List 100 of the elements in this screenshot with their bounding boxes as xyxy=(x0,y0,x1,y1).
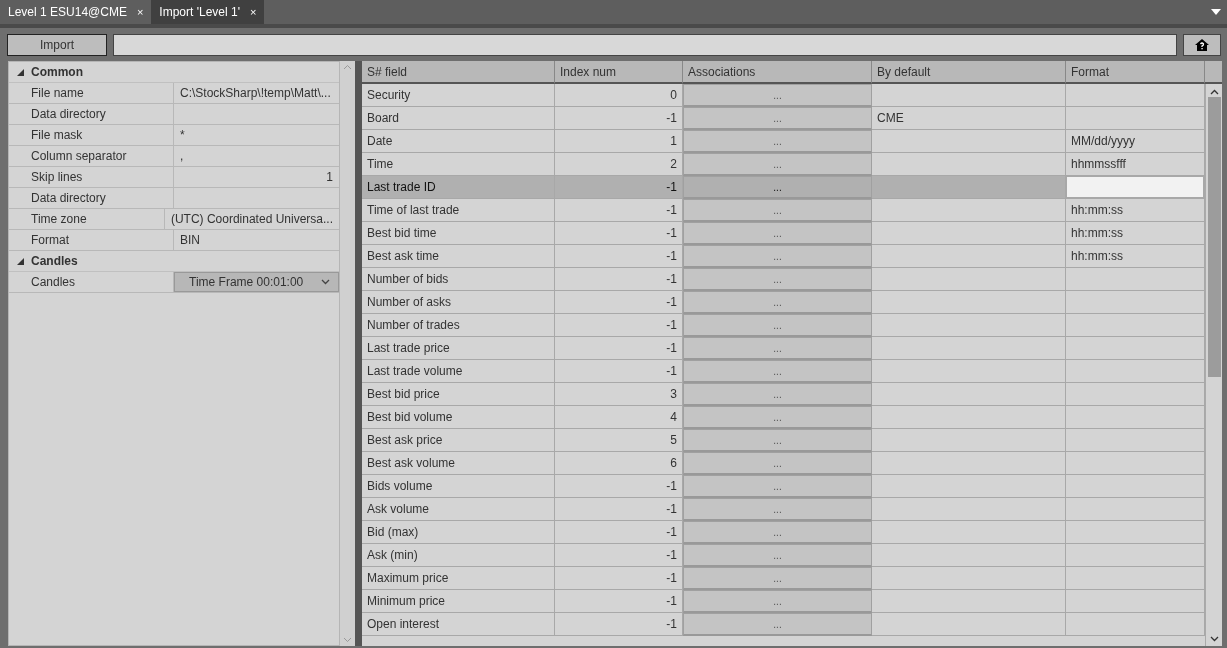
table-row[interactable]: Last trade volume -1 ... xyxy=(362,360,1205,383)
table-row[interactable]: Bids volume -1 ... xyxy=(362,475,1205,498)
associations-button[interactable]: ... xyxy=(683,498,872,521)
associations-button[interactable]: ... xyxy=(683,153,872,176)
close-button[interactable]: × xyxy=(136,3,144,21)
table-row[interactable]: Number of trades -1 ... xyxy=(362,314,1205,337)
scroll-down-icon[interactable] xyxy=(1209,636,1219,642)
table-cell: Best ask time xyxy=(362,245,555,268)
associations-button[interactable]: ... xyxy=(683,245,872,268)
import-button[interactable]: Import xyxy=(7,33,107,56)
associations-button[interactable]: ... xyxy=(683,199,872,222)
column-header[interactable]: Format xyxy=(1066,61,1205,84)
associations-button[interactable]: ... xyxy=(683,314,872,337)
associations-button[interactable]: ... xyxy=(683,383,872,406)
associations-button[interactable]: ... xyxy=(683,268,872,291)
property-value[interactable]: * xyxy=(174,125,339,145)
table-cell: Last trade price xyxy=(362,337,555,360)
associations-button[interactable]: ... xyxy=(683,521,872,544)
table-row[interactable]: Number of asks -1 ... xyxy=(362,291,1205,314)
scroll-thumb[interactable] xyxy=(1207,97,1221,377)
table-row[interactable]: Time of last trade -1 ... hh:mm:ss xyxy=(362,199,1205,222)
table-cell: Bids volume xyxy=(362,475,555,498)
associations-button[interactable]: ... xyxy=(683,222,872,245)
table-cell: Ask volume xyxy=(362,498,555,521)
tab[interactable]: Import 'Level 1' × xyxy=(151,0,265,24)
associations-button[interactable]: ... xyxy=(683,475,872,498)
table-cell: Security xyxy=(362,84,555,107)
associations-button[interactable]: ... xyxy=(683,107,872,130)
table-cell: Last trade ID xyxy=(362,176,555,199)
table-cell: Open interest xyxy=(362,613,555,636)
table-row[interactable]: Best bid price 3 ... xyxy=(362,383,1205,406)
format-field[interactable] xyxy=(1066,176,1204,198)
associations-button[interactable]: ... xyxy=(683,567,872,590)
path-field[interactable] xyxy=(113,33,1177,56)
associations-button[interactable]: ... xyxy=(683,176,872,199)
category-header[interactable]: Common xyxy=(9,62,339,83)
table-row[interactable]: Ask (min) -1 ... xyxy=(362,544,1205,567)
table-row[interactable]: Last trade price -1 ... xyxy=(362,337,1205,360)
property-name: File name xyxy=(9,83,174,103)
associations-button[interactable]: ... xyxy=(683,291,872,314)
category-label: Common xyxy=(31,64,83,81)
table-cell: Minimum price xyxy=(362,590,555,613)
table-row[interactable]: Date 1 ... MM/dd/yyyy xyxy=(362,130,1205,153)
table-row[interactable]: Maximum price -1 ... xyxy=(362,567,1205,590)
associations-button[interactable]: ... xyxy=(683,613,872,636)
column-header[interactable]: S# field xyxy=(362,61,555,84)
table-cell: Time of last trade xyxy=(362,199,555,222)
table-cell: Best bid price xyxy=(362,383,555,406)
associations-button[interactable]: ... xyxy=(683,429,872,452)
table-row[interactable]: Minimum price -1 ... xyxy=(362,590,1205,613)
table-cell: Number of asks xyxy=(362,291,555,314)
column-header[interactable]: Associations xyxy=(683,61,872,84)
associations-button[interactable]: ... xyxy=(683,84,872,107)
property-value[interactable]: 1 xyxy=(174,167,339,187)
table-row[interactable]: Bid (max) -1 ... xyxy=(362,521,1205,544)
property-value[interactable]: , xyxy=(174,146,339,166)
property-name: Format xyxy=(9,230,174,250)
table-row[interactable]: Best bid volume 4 ... xyxy=(362,406,1205,429)
table-row[interactable]: Open interest -1 ... xyxy=(362,613,1205,636)
table-cell: -1 xyxy=(555,176,683,199)
tab[interactable]: Level 1 ESU14@CME × xyxy=(0,0,152,24)
associations-button[interactable]: ... xyxy=(683,360,872,383)
header-filler xyxy=(1205,61,1222,84)
table-row[interactable]: Number of bids -1 ... xyxy=(362,268,1205,291)
close-button[interactable]: × xyxy=(249,3,257,21)
table-cell: Date xyxy=(362,130,555,153)
associations-button[interactable]: ... xyxy=(683,590,872,613)
table-cell: Number of bids xyxy=(362,268,555,291)
candles-dropdown[interactable]: Time Frame 00:01:00 xyxy=(174,272,339,292)
property-name: Data directory xyxy=(9,188,174,208)
property-value[interactable]: (UTC) Coordinated Universa... xyxy=(164,209,339,229)
collapse-icon[interactable] xyxy=(16,68,24,76)
associations-button[interactable]: ... xyxy=(683,406,872,429)
associations-button[interactable]: ... xyxy=(683,130,872,153)
caret-icon xyxy=(321,279,330,285)
table-row[interactable]: Best bid time -1 ... hh:mm:ss xyxy=(362,222,1205,245)
table-cell: Board xyxy=(362,107,555,130)
table-row[interactable]: Ask volume -1 ... xyxy=(362,498,1205,521)
help-button[interactable] xyxy=(1183,33,1221,56)
associations-button[interactable]: ... xyxy=(683,337,872,360)
table-cell: Best bid time xyxy=(362,222,555,245)
table-row[interactable]: Best ask volume 6 ... xyxy=(362,452,1205,475)
table-row[interactable]: Last trade ID -1 ... xyxy=(362,176,1205,199)
table-row[interactable]: Best ask time -1 ... hh:mm:ss xyxy=(362,245,1205,268)
table-cell: Maximum price xyxy=(362,567,555,590)
dropdown-icon[interactable] xyxy=(1211,9,1221,15)
collapse-icon[interactable] xyxy=(16,257,24,265)
table-row[interactable]: Best ask price 5 ... xyxy=(362,429,1205,452)
table-row[interactable]: Board -1 ... CME xyxy=(362,107,1205,130)
column-header[interactable]: Index num xyxy=(555,61,683,84)
column-header[interactable]: By default xyxy=(872,61,1066,84)
scrollbar[interactable] xyxy=(1205,84,1222,646)
associations-button[interactable]: ... xyxy=(683,544,872,567)
associations-button[interactable]: ... xyxy=(683,452,872,475)
table-cell: Best bid volume xyxy=(362,406,555,429)
table-row[interactable]: Security 0 ... xyxy=(362,84,1205,107)
property-name: Time zone xyxy=(9,209,165,229)
scroll-up-icon[interactable] xyxy=(1209,89,1219,95)
property-value[interactable]: C:\StockSharp\!temp\Matt\... xyxy=(174,83,339,103)
property-value[interactable]: BIN xyxy=(174,230,339,250)
